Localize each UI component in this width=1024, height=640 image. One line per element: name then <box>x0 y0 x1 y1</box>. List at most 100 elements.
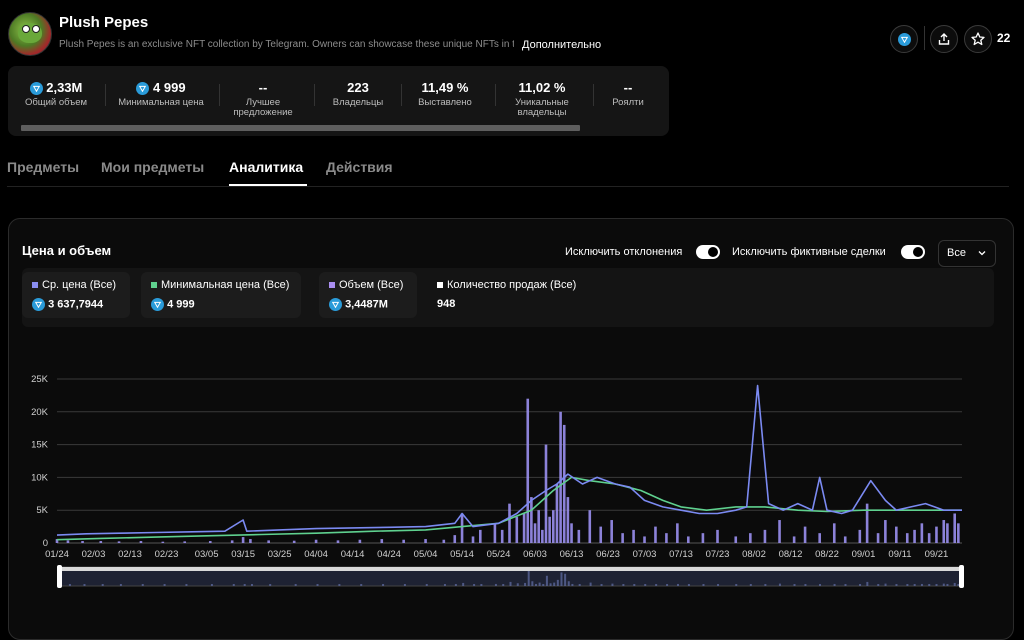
x-tick-label: 05/14 <box>450 549 474 560</box>
navigator-bar <box>534 583 537 586</box>
share-button[interactable] <box>930 25 958 53</box>
stat-best-offer: -- Лучшее предложение <box>233 80 293 118</box>
volume-bar <box>566 497 570 543</box>
volume-bar <box>508 503 511 543</box>
navigator-bar <box>622 584 625 586</box>
navigator-bar <box>473 584 476 586</box>
exclude-wash-toggle[interactable] <box>901 245 925 259</box>
x-tick-label: 05/04 <box>414 549 438 560</box>
exclude-outliers-label: Исключить отклонения <box>565 246 683 258</box>
panel-title: Цена и объем <box>22 243 112 258</box>
legend-min-price[interactable]: Минимальная цена (Все) 4 999 <box>141 272 301 318</box>
navigator-bar <box>83 584 86 586</box>
exclude-outliers-toggle[interactable] <box>696 245 720 259</box>
navigator-bar <box>913 584 916 586</box>
volume-bar <box>643 536 646 543</box>
legend-sales-count[interactable]: Количество продаж (Все) 948 <box>427 272 597 318</box>
x-tick-label: 07/23 <box>706 549 730 560</box>
navigator-bar <box>735 584 738 586</box>
legend-volume[interactable]: Объем (Все) 3,4487M <box>319 272 417 318</box>
chart-legend: Ср. цена (Все) 3 637,7944 Минимальная це… <box>22 268 994 327</box>
x-tick-label: 08/12 <box>779 549 803 560</box>
stats-bar: 2,33M Общий объем 4 999 Минимальная цена… <box>8 66 669 136</box>
favorite-button[interactable] <box>964 25 992 53</box>
x-tick-label: 06/13 <box>560 549 584 560</box>
navigator-bar <box>644 584 647 586</box>
tab-activity[interactable]: Действия <box>326 159 393 175</box>
y-tick-label: 10K <box>31 472 49 483</box>
navigator-bar <box>804 584 807 586</box>
x-tick-label: 07/03 <box>633 549 657 560</box>
ton-button[interactable] <box>890 25 918 53</box>
collection-title: Plush Pepes <box>59 14 149 31</box>
navigator-bar <box>119 584 122 586</box>
ton-icon <box>29 82 43 96</box>
volume-bar <box>537 510 540 543</box>
x-tick-label: 09/21 <box>925 549 949 560</box>
tab-items[interactable]: Предметы <box>7 159 79 175</box>
navigator-bar <box>953 582 956 586</box>
navigator-bar <box>676 583 679 586</box>
price-volume-chart[interactable]: 0 5K 10K 15K 20K 25K 01/24 02/03 02/13 02/23 03/05… <box>0 360 1024 592</box>
volume-bar <box>559 411 562 543</box>
navigator-bar <box>859 584 862 586</box>
volume-bar <box>526 398 530 543</box>
navigator-bar <box>210 584 213 586</box>
y-tick-label: 5K <box>36 505 48 516</box>
volume-bar <box>117 541 121 543</box>
navigator-bar <box>338 584 341 586</box>
stats-scrollbar[interactable] <box>21 125 580 131</box>
volume-bar <box>183 541 187 543</box>
ton-icon <box>897 32 911 46</box>
volume-bar <box>676 523 679 543</box>
navigator-bar <box>935 584 938 586</box>
navigator-bar <box>717 584 720 586</box>
x-tick-label: 06/03 <box>523 549 547 560</box>
volume-bar <box>500 529 504 543</box>
volume-bar <box>460 513 464 543</box>
navigator-bar <box>564 573 567 586</box>
volume-bar <box>541 529 544 543</box>
tab-my-items[interactable]: Мои предметы <box>101 159 204 175</box>
volume-bar <box>687 536 690 543</box>
navigator-bar <box>666 584 669 586</box>
volume-bar <box>442 539 446 543</box>
x-tick-label: 09/01 <box>852 549 876 560</box>
x-tick-label: 03/05 <box>195 549 219 560</box>
navigator-bar <box>454 584 457 586</box>
navigator-bar <box>556 579 559 586</box>
volume-bar <box>570 523 573 543</box>
volume-bar <box>749 533 752 543</box>
navigator-bar <box>818 584 821 586</box>
navigator-bar <box>553 582 556 586</box>
volume-bar <box>551 510 555 543</box>
volume-bar <box>953 513 957 543</box>
navigator-bar <box>101 584 104 586</box>
navigator-bar <box>360 584 363 586</box>
navigator-bar <box>141 584 144 586</box>
navigator-bar <box>702 584 705 586</box>
volume-bar <box>81 541 84 543</box>
tab-analytics[interactable]: Аналитика <box>229 159 303 175</box>
volume-bar <box>701 533 705 543</box>
navigator-bar <box>793 584 796 586</box>
navigator-bar <box>764 584 767 586</box>
navigator-bar <box>538 582 541 586</box>
navigator-bar <box>443 584 446 586</box>
ton-icon <box>329 298 342 311</box>
volume-bar <box>241 537 245 543</box>
volume-bar <box>230 540 234 543</box>
volume-bar <box>884 520 887 543</box>
navigator-bar <box>633 584 636 586</box>
volume-bar <box>515 516 519 543</box>
volume-bar <box>249 539 252 543</box>
volume-bar <box>139 541 143 543</box>
period-select[interactable]: Все <box>938 240 996 267</box>
volume-bar <box>402 539 405 543</box>
more-link[interactable]: Дополнительно <box>522 39 601 51</box>
navigator-bar <box>509 581 512 586</box>
volume-bar <box>555 483 559 543</box>
legend-avg-price[interactable]: Ср. цена (Все) 3 637,7944 <box>22 272 130 318</box>
navigator-bar <box>749 584 752 586</box>
volume-bar <box>734 536 738 543</box>
